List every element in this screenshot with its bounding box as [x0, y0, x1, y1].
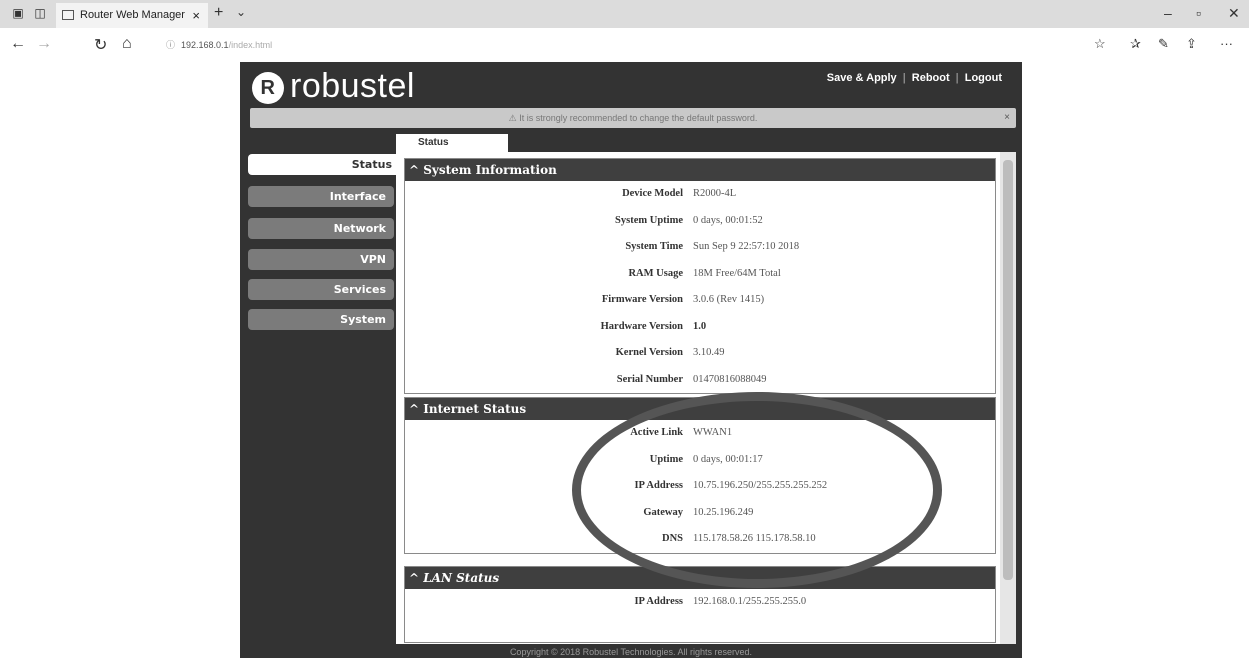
router-page: Rrobustel Save & Apply | Reboot | Logout ⚠ I…: [240, 62, 1022, 658]
annotation-circle: [572, 392, 942, 588]
info-row: Firmware Version 3.0.6 (Rev 1415): [405, 287, 995, 314]
tab-close-icon[interactable]: ×: [192, 3, 200, 28]
new-tab-button[interactable]: +: [214, 4, 223, 22]
info-row: Kernel Version 3.10.49: [405, 340, 995, 367]
system-information-header[interactable]: ^ System Information: [405, 159, 995, 181]
robustel-logo: Rrobustel: [252, 66, 415, 106]
tabs-aside-icon[interactable]: ◫: [32, 6, 48, 20]
warning-close-icon[interactable]: ×: [1004, 108, 1010, 128]
info-value: 3.0.6 (Rev 1415): [693, 294, 765, 305]
info-row: Device Model R2000-4L: [405, 181, 995, 208]
content-scrollbar[interactable]: [1000, 152, 1016, 644]
info-label: Kernel Version: [615, 347, 683, 358]
info-value: 3.10.49: [693, 347, 725, 358]
share-icon[interactable]: ⇪: [1186, 36, 1197, 52]
info-label: System Uptime: [615, 214, 683, 226]
info-row: Hardware Version 1.0: [405, 314, 995, 341]
logout-link[interactable]: Logout: [959, 72, 1008, 84]
browser-tab[interactable]: Router Web Manager ×: [56, 3, 208, 28]
system-information-section: ^ System Information Device Model R2000-4…: [404, 158, 996, 394]
page-icon: [62, 10, 74, 20]
close-window-button[interactable]: ✕: [1228, 5, 1240, 22]
info-value: 0 days, 00:01:52: [693, 214, 763, 226]
sidebar-item-interface[interactable]: Interface: [248, 186, 394, 207]
favorites-icon[interactable]: ✰: [1130, 36, 1141, 52]
sidebar-item-network[interactable]: Network: [248, 218, 394, 239]
refresh-button[interactable]: ↻: [94, 35, 107, 55]
info-row: Serial Number 01470816088049: [405, 367, 995, 394]
info-value: 01470816088049: [693, 373, 767, 385]
info-label: Device Model: [622, 188, 683, 199]
url-field[interactable]: ⓘ 192.168.0.1/index.html: [166, 38, 272, 51]
save-apply-link[interactable]: Save & Apply: [821, 72, 903, 84]
info-label: Hardware Version: [600, 320, 683, 332]
info-value: R2000-4L: [693, 188, 737, 199]
home-button[interactable]: ⌂: [122, 35, 132, 53]
tab-actions-icon[interactable]: ▣: [10, 6, 26, 20]
info-label: System Time: [625, 241, 683, 252]
back-button[interactable]: ←: [10, 35, 26, 53]
scrollbar-thumb[interactable]: [1003, 160, 1013, 580]
tab-status[interactable]: Status: [396, 134, 508, 152]
tab-list-button[interactable]: ⌄: [236, 5, 246, 19]
info-row: IP Address 192.168.0.1/255.255.255.0: [405, 589, 995, 616]
info-row: System Time Sun Sep 9 22:57:10 2018: [405, 234, 995, 261]
info-value: 192.168.0.1/255.255.255.0: [693, 596, 807, 607]
warning-text: It is strongly recommended to change the…: [519, 113, 758, 123]
sidebar-item-services[interactable]: Services: [248, 279, 394, 300]
info-value: 1.0: [693, 320, 707, 332]
password-warning-bar: ⚠ It is strongly recommended to change t…: [250, 108, 1016, 128]
maximize-button[interactable]: ▫: [1196, 5, 1201, 21]
minimize-button[interactable]: –: [1164, 5, 1172, 21]
info-label: Firmware Version: [601, 294, 683, 305]
info-label: Serial Number: [616, 373, 683, 385]
tab-title: Router Web Manager: [80, 9, 185, 21]
notes-icon[interactable]: ✎: [1158, 36, 1169, 52]
logo-mark-icon: R: [252, 72, 284, 104]
info-label: IP Address: [634, 596, 683, 607]
logo-text: robustel: [290, 67, 415, 105]
forward-button[interactable]: →: [36, 35, 52, 53]
url-path: /index.html: [228, 40, 273, 50]
browser-titlebar: ▣ ◫ Router Web Manager × + ⌄ – ▫ ✕: [0, 0, 1249, 28]
url-host: 192.168.0.1: [181, 40, 229, 50]
reboot-link[interactable]: Reboot: [906, 72, 956, 84]
copyright-footer: Copyright © 2018 Robustel Technologies. …: [509, 647, 753, 657]
sidebar-item-status[interactable]: Status: [248, 154, 400, 175]
info-value: 18M Free/64M Total: [693, 267, 781, 279]
sidebar-item-vpn[interactable]: VPN: [248, 249, 394, 270]
sidebar-item-system[interactable]: System: [248, 309, 394, 330]
info-row: [405, 616, 995, 643]
warning-icon: ⚠: [508, 113, 517, 123]
browser-addressbar: ← → ↻ ⌂ ⓘ 192.168.0.1/index.html ☆ ✰ ✎ ⇪ …: [0, 28, 1249, 60]
more-icon[interactable]: ···: [1220, 36, 1233, 51]
info-row: RAM Usage 18M Free/64M Total: [405, 261, 995, 288]
top-links: Save & Apply | Reboot | Logout: [821, 72, 1008, 84]
favorite-star-icon[interactable]: ☆: [1094, 36, 1106, 52]
info-value: Sun Sep 9 22:57:10 2018: [693, 241, 800, 252]
info-row: System Uptime 0 days, 00:01:52: [405, 208, 995, 235]
info-icon: ⓘ: [166, 40, 176, 50]
info-label: RAM Usage: [628, 267, 683, 279]
